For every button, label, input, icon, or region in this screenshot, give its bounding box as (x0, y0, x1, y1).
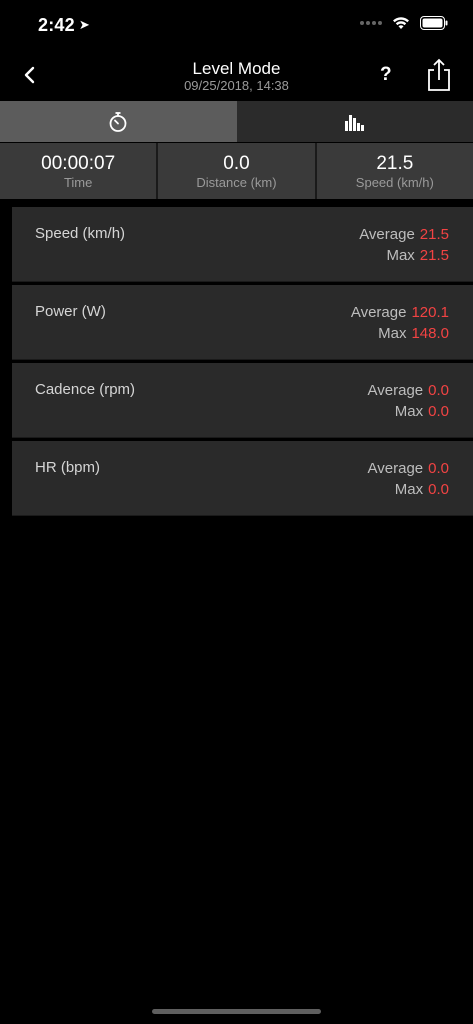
metric-card-cadence: Cadence (rpm) Average 0.0 Max 0.0 (12, 363, 473, 438)
average-value: 120.1 (411, 304, 449, 321)
bar-chart-icon (344, 114, 364, 131)
summary-value: 00:00:07 (41, 152, 116, 174)
average-label: Average (359, 226, 415, 243)
status-bar: 2:42 ➤ (0, 0, 473, 50)
max-label: Max (386, 246, 415, 264)
max-label: Max (378, 324, 407, 342)
view-tabs (0, 101, 473, 142)
status-time: 2:42 ➤ (38, 15, 90, 36)
metric-stats: Average 0.0 Max 0.0 (368, 381, 449, 422)
tab-summary[interactable] (0, 101, 237, 142)
metrics-list: Speed (km/h) Average 21.5 Max 21.5 Power (… (12, 207, 473, 519)
stopwatch-icon (109, 111, 127, 132)
metric-stats: Average 120.1 Max 148.0 (351, 303, 449, 344)
summary-label: Distance (km) (196, 174, 277, 190)
summary-label: Speed (km/h) (355, 174, 434, 190)
metric-stats: Average 0.0 Max 0.0 (368, 459, 449, 500)
average-value: 0.0 (428, 460, 449, 477)
metric-card-hr: HR (bpm) Average 0.0 Max 0.0 (12, 441, 473, 516)
average-value: 0.0 (428, 382, 449, 399)
tab-charts[interactable] (236, 101, 473, 142)
max-label: Max (394, 402, 424, 420)
home-indicator[interactable] (152, 1009, 321, 1014)
max-value: 21.5 (419, 246, 449, 264)
max-label: Max (394, 480, 424, 498)
help-button[interactable]: ? (380, 64, 392, 86)
status-time-text: 2:42 (38, 15, 75, 35)
max-value: 0.0 (428, 402, 449, 420)
summary-time: 00:00:07 Time (0, 143, 159, 199)
summary-bar: 00:00:07 Time 0.0 Distance (km) 21.5 Spe… (0, 143, 473, 199)
share-icon (428, 58, 450, 91)
average-label: Average (367, 460, 424, 477)
share-button[interactable] (426, 58, 452, 97)
navigation-bar: Level Mode 09/25/2018, 14:38 ? (0, 52, 473, 100)
location-arrow-icon: ➤ (78, 17, 90, 32)
average-label: Average (350, 304, 407, 321)
metric-title: Speed (km/h) (35, 225, 126, 242)
summary-value: 21.5 (376, 152, 414, 174)
max-value: 148.0 (411, 324, 449, 342)
max-value: 0.0 (428, 480, 449, 498)
summary-distance: 0.0 Distance (km) (158, 143, 317, 199)
metric-card-power: Power (W) Average 120.1 Max 148.0 (12, 285, 473, 360)
summary-value: 0.0 (223, 152, 250, 174)
average-label: Average (367, 382, 424, 399)
wifi-icon (392, 16, 410, 30)
page-title: Level Mode (192, 59, 281, 78)
metric-card-speed: Speed (km/h) Average 21.5 Max 21.5 (12, 207, 473, 282)
metric-title: Power (W) (35, 303, 106, 320)
average-value: 21.5 (419, 226, 449, 243)
battery-icon (420, 16, 448, 30)
status-indicators (360, 16, 448, 30)
summary-speed: 21.5 Speed (km/h) (317, 143, 473, 199)
page-subtitle: 09/25/2018, 14:38 (184, 78, 289, 93)
metric-title: HR (bpm) (35, 459, 101, 476)
metric-stats: Average 21.5 Max 21.5 (359, 225, 449, 266)
metric-title: Cadence (rpm) (35, 381, 136, 398)
cellular-signal-icon (360, 21, 382, 25)
summary-label: Time (63, 174, 93, 190)
